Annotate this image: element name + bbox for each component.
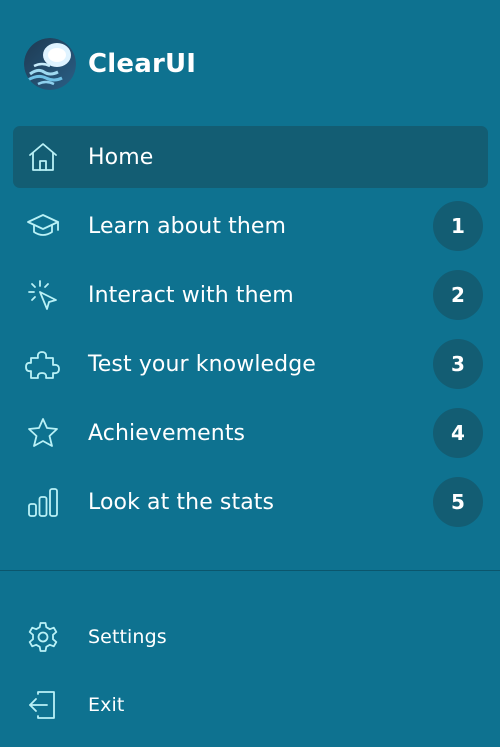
cursor-click-icon <box>25 277 61 313</box>
nav-item-interact[interactable]: Interact with them 2 <box>13 264 488 326</box>
count-badge: 4 <box>433 408 483 458</box>
count-badge: 1 <box>433 201 483 251</box>
home-icon <box>25 139 61 175</box>
puzzle-icon <box>25 346 61 382</box>
sidebar-navigation: ClearUI Home Learn about them 1 Interact… <box>0 0 500 747</box>
count-badge: 5 <box>433 477 483 527</box>
nav-item-home[interactable]: Home <box>13 126 488 188</box>
exit-label: Exit <box>88 694 125 716</box>
main-nav: Home Learn about them 1 Interact with th… <box>13 126 488 540</box>
nav-label: Learn about them <box>88 213 287 239</box>
nav-label: Interact with them <box>88 282 294 308</box>
nav-item-learn[interactable]: Learn about them 1 <box>13 195 488 257</box>
star-icon <box>25 415 61 451</box>
jellyfish-logo <box>24 38 76 90</box>
gear-icon <box>25 619 61 655</box>
count-badge: 3 <box>433 339 483 389</box>
graduation-cap-icon <box>25 208 61 244</box>
nav-label: Test your knowledge <box>88 351 316 377</box>
nav-label: Achievements <box>88 420 246 446</box>
brand[interactable]: ClearUI <box>24 38 196 90</box>
bar-chart-icon <box>25 484 61 520</box>
nav-item-stats[interactable]: Look at the stats 5 <box>13 471 488 533</box>
nav-label: Home <box>88 144 154 170</box>
count-badge: 2 <box>433 270 483 320</box>
nav-label: Look at the stats <box>88 489 275 515</box>
settings-label: Settings <box>88 626 167 648</box>
exit-button[interactable]: Exit <box>13 674 488 736</box>
divider <box>0 570 500 571</box>
exit-icon <box>25 687 61 723</box>
app-name: ClearUI <box>88 49 197 79</box>
settings-button[interactable]: Settings <box>13 606 488 668</box>
footer-nav: Settings Exit <box>13 606 488 742</box>
nav-item-test[interactable]: Test your knowledge 3 <box>13 333 488 395</box>
nav-item-achievements[interactable]: Achievements 4 <box>13 402 488 464</box>
